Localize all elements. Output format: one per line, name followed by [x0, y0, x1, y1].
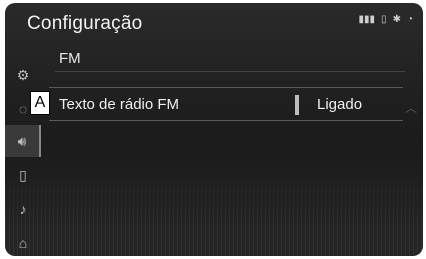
- sidebar-item-phone[interactable]: ▯: [5, 159, 41, 191]
- sidebar-item-general[interactable]: ⚙: [5, 59, 41, 91]
- car-icon: ⌂: [18, 235, 28, 251]
- background-pattern: [5, 166, 423, 256]
- chevron-up-icon[interactable]: ︿: [405, 99, 417, 116]
- settings-screen: Configuração ▮▮▮ ▯ ✱ ◔ ⚙ ◌ 🔊︎ ▯ ♪ ⌂ FM T…: [5, 3, 423, 256]
- status-bar: ▮▮▮ ▯ ✱ ◔: [359, 15, 413, 25]
- bluetooth-icon: ✱: [392, 14, 401, 25]
- sidebar: ⚙ ◌ 🔊︎ ▯ ♪ ⌂: [5, 55, 41, 256]
- signal-icon: ▮▮▮: [358, 14, 376, 25]
- callout-label-a: A: [30, 91, 50, 115]
- value-separator: [295, 95, 299, 115]
- wifi-icon: ◔: [406, 14, 413, 25]
- setting-value: Ligado: [317, 96, 363, 113]
- sidebar-item-audio[interactable]: 🔊︎: [5, 125, 41, 157]
- setting-row-fm-radio-text[interactable]: Texto de rádio FM Ligado: [49, 87, 403, 121]
- gear-icon: ⚙: [16, 66, 30, 83]
- page-title: Configuração: [27, 13, 143, 34]
- setting-label: Texto de rádio FM: [59, 96, 180, 113]
- section-header-fm: FM: [59, 50, 81, 67]
- divider: [55, 71, 405, 72]
- speaker-icon: 🔊︎: [17, 132, 27, 149]
- sidebar-item-voice[interactable]: ♪: [5, 193, 41, 225]
- settings-icon-2: ◌: [18, 101, 28, 117]
- voice-icon: ♪: [19, 201, 27, 217]
- battery-icon: ▯: [381, 14, 387, 25]
- sidebar-item-vehicle[interactable]: ⌂: [5, 227, 41, 256]
- phone-icon: ▯: [19, 166, 27, 183]
